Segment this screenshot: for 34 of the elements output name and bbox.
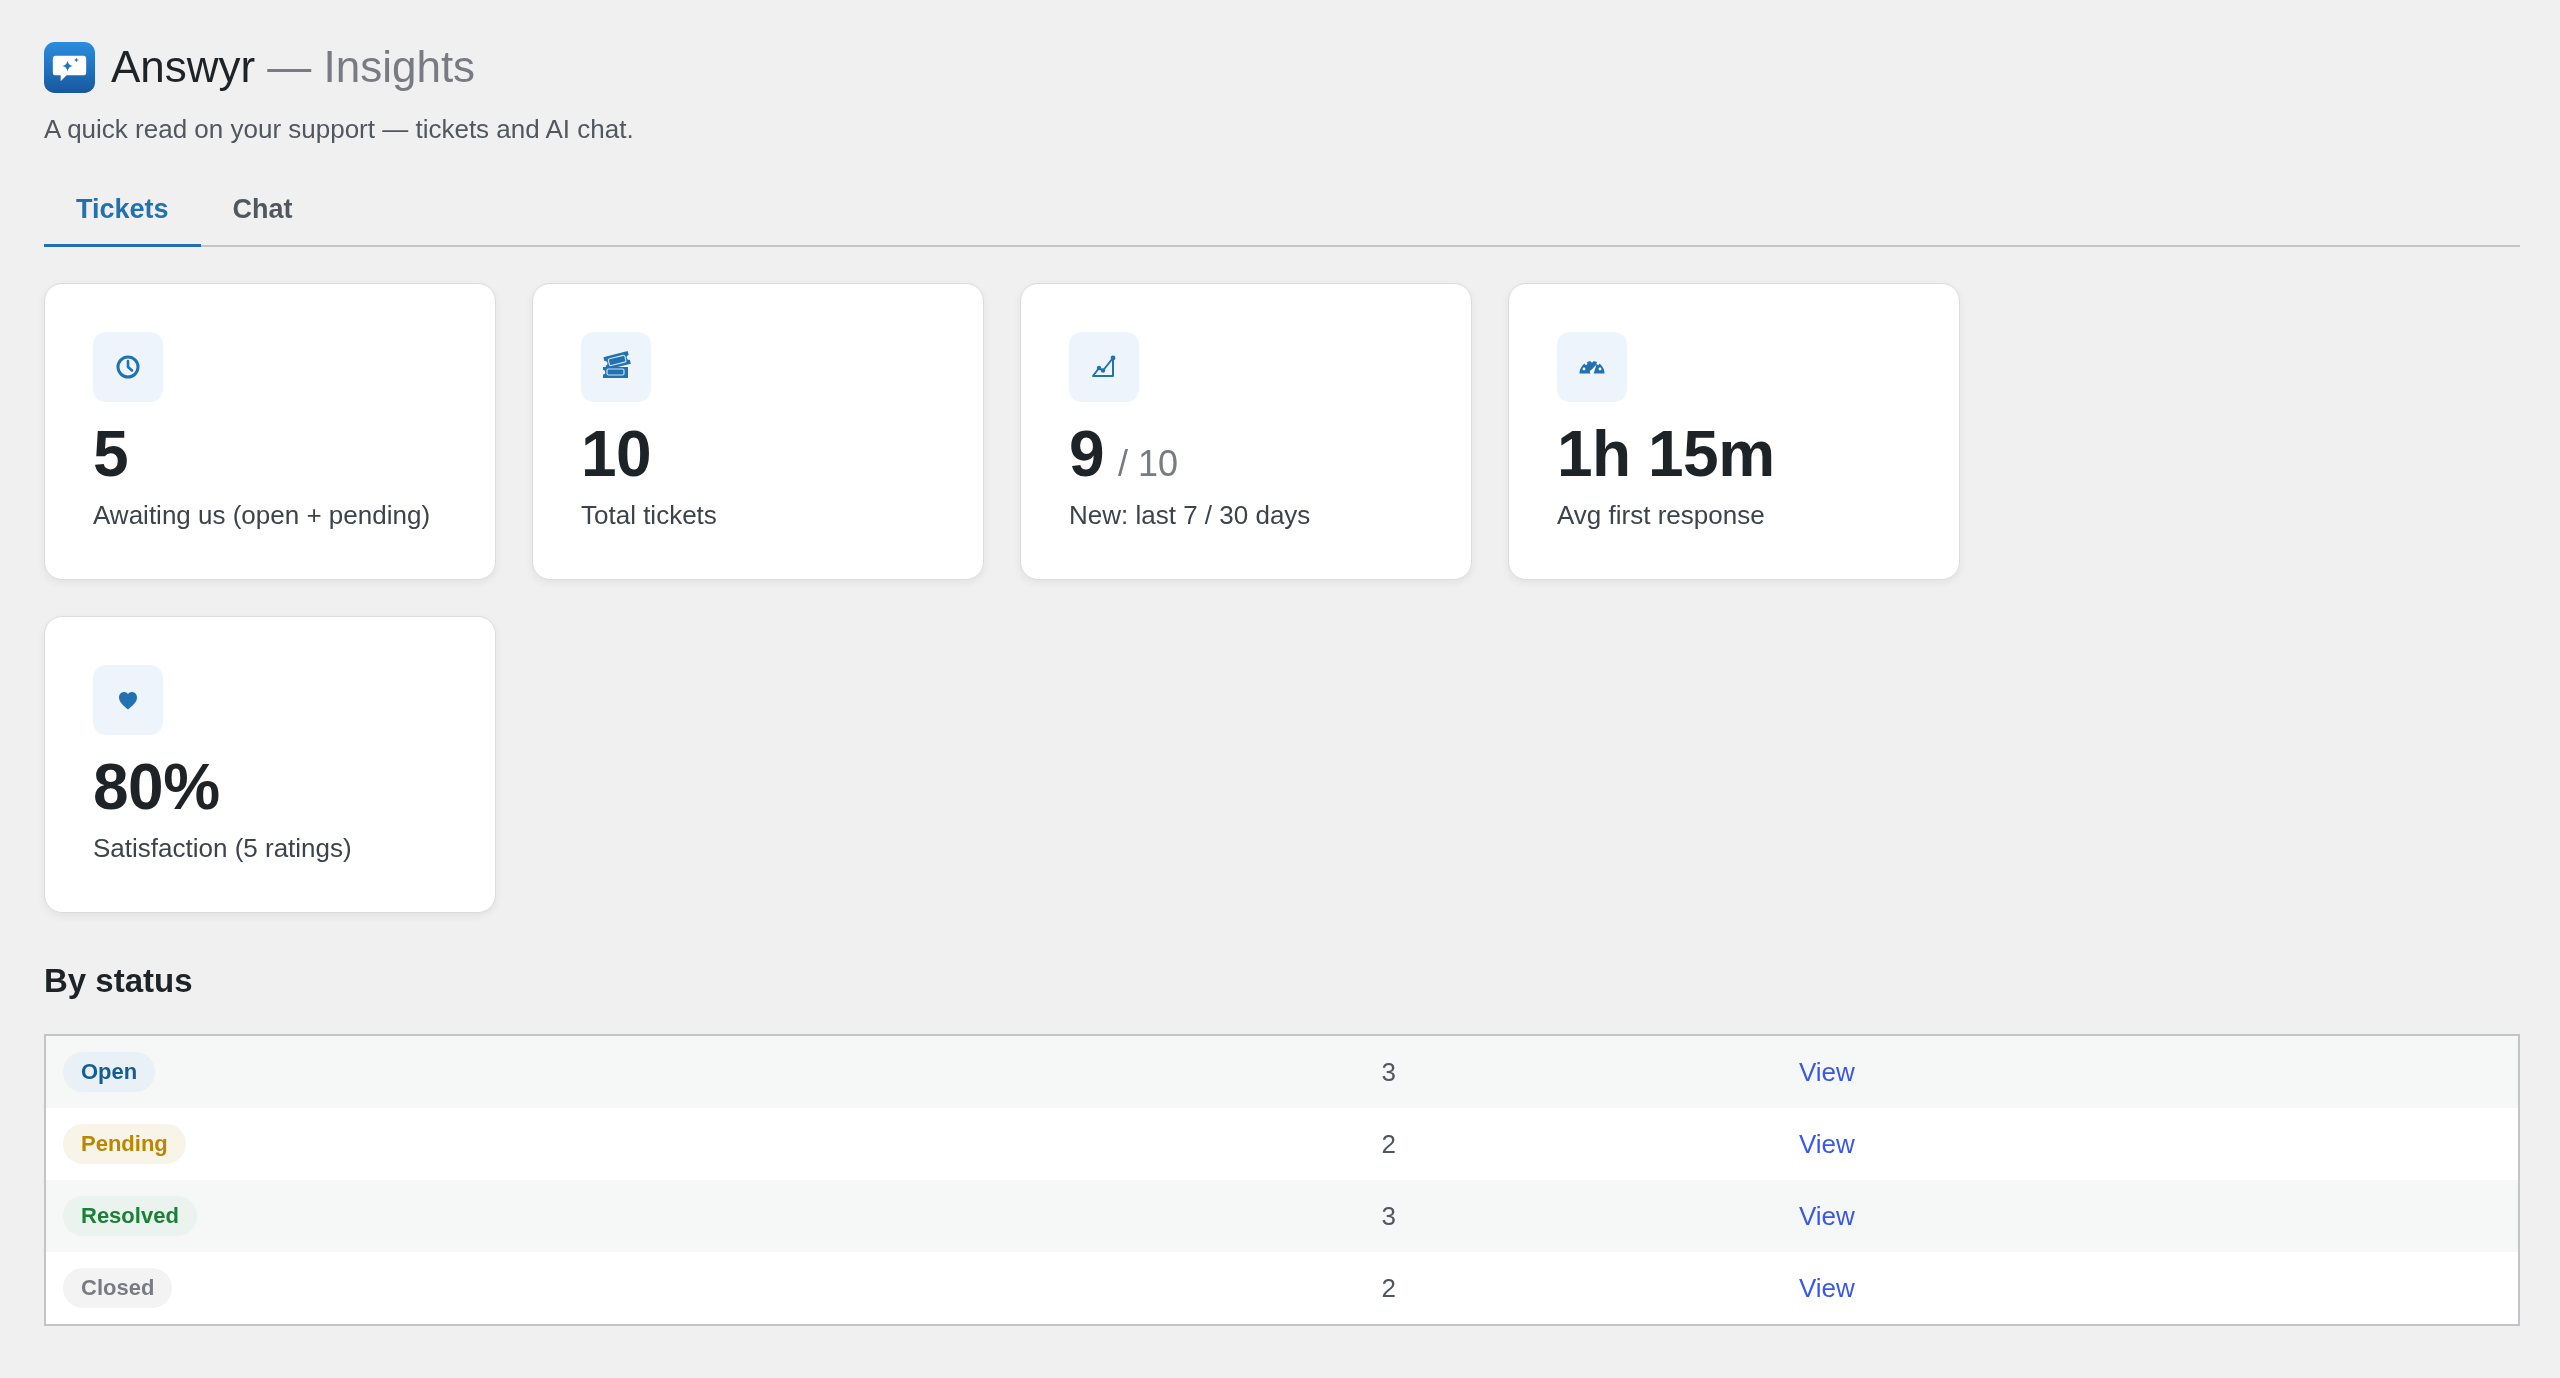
stat-value: 1h 15m <box>1557 419 1775 489</box>
status-tag: Closed <box>63 1268 173 1308</box>
stat-label: Total tickets <box>581 499 717 532</box>
view-link[interactable]: View <box>1798 1199 1855 1233</box>
stat-value: 9 <box>1069 419 1105 489</box>
page-title: — Insights <box>267 43 476 92</box>
page-subtitle: A quick read on your support — tickets and AI chat. <box>44 113 635 146</box>
tab[interactable]: Tickets <box>44 167 201 247</box>
ticket-count: 2 <box>1381 1128 1396 1161</box>
tickets-icon <box>581 332 651 402</box>
stat-value: 5 <box>93 419 129 489</box>
speech-bubble-icon <box>44 42 95 93</box>
gauge-icon <box>1557 332 1627 402</box>
status-tag: Resolved <box>63 1196 197 1236</box>
clock-icon <box>93 332 163 402</box>
ticket-count: 2 <box>1381 1272 1396 1305</box>
line-chart-icon <box>1069 332 1139 402</box>
section-heading: By status <box>44 961 194 1001</box>
view-link[interactable]: View <box>1798 1271 1855 1305</box>
stat-total: / 10 <box>1118 444 1179 484</box>
view-link[interactable]: View <box>1798 1127 1855 1161</box>
ticket-count: 3 <box>1381 1200 1396 1233</box>
stat-value: 10 <box>581 419 652 489</box>
stat-label: Avg first response <box>1557 499 1765 532</box>
status-tag: Open <box>63 1052 156 1092</box>
view-link[interactable]: View <box>1798 1055 1855 1089</box>
tab[interactable]: Chat <box>200 167 325 247</box>
stat-label: Awaiting us (open + pending) <box>93 499 431 532</box>
stat-value: 80% <box>93 752 220 822</box>
stat-label: Satisfaction (5 ratings) <box>93 832 352 865</box>
app-name: Answyr <box>111 43 256 92</box>
status-tag: Pending <box>63 1124 186 1164</box>
stat-label: New: last 7 / 30 days <box>1069 499 1311 532</box>
ticket-count: 3 <box>1381 1056 1396 1089</box>
